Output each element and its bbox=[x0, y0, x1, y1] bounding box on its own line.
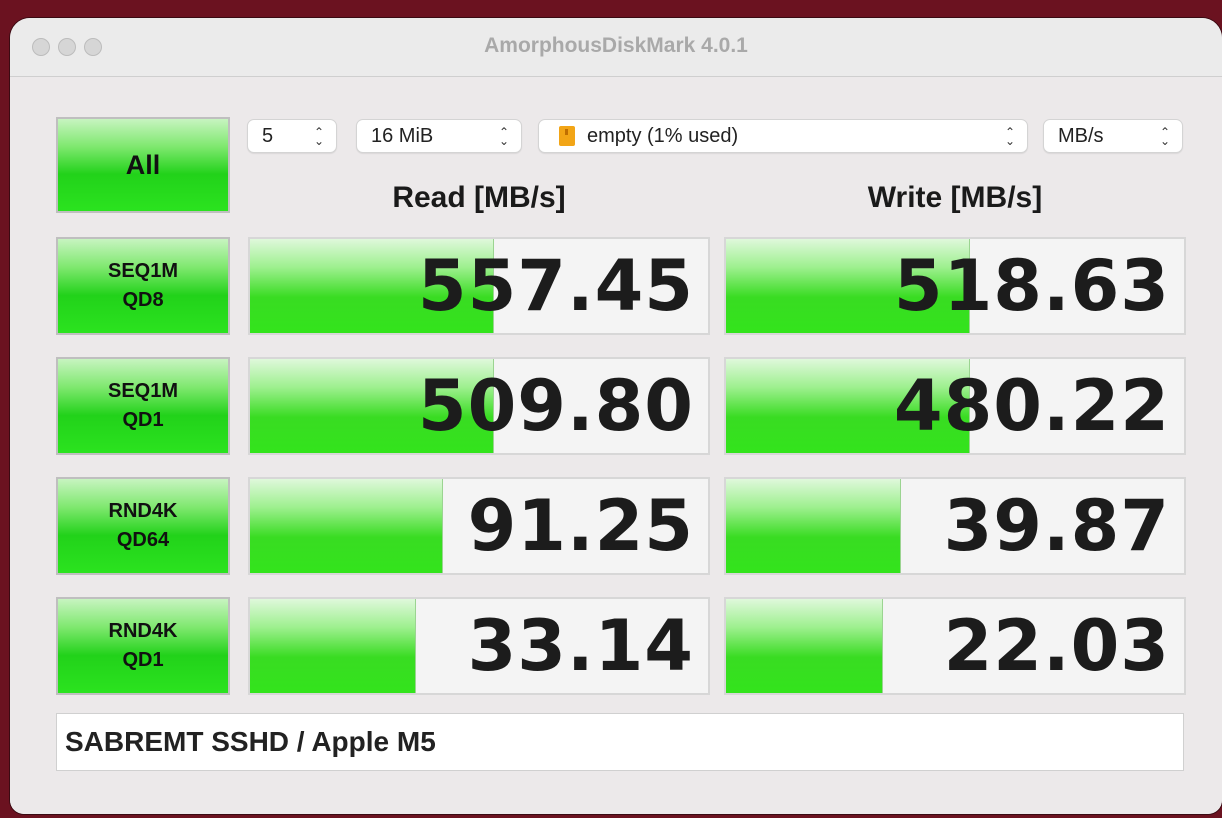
window-title: AmorphousDiskMark 4.0.1 bbox=[484, 34, 748, 57]
stepper-arrows-icon: ⌃ ⌄ bbox=[498, 125, 510, 148]
drive-icon bbox=[559, 126, 575, 146]
read-value: 33.14 bbox=[467, 605, 694, 687]
write-progress-bar bbox=[726, 599, 883, 693]
read-value: 509.80 bbox=[417, 365, 694, 447]
stepper-arrows-icon: ⌃ ⌄ bbox=[1159, 125, 1171, 148]
test-name: SEQ1M bbox=[107, 380, 179, 402]
write-result-rnd4k-qd1: 22.03 bbox=[724, 597, 1186, 695]
read-progress-bar bbox=[250, 479, 444, 573]
write-value: 22.03 bbox=[943, 605, 1170, 687]
device-info-field[interactable]: SABREMT SSHD / Apple M5 bbox=[56, 713, 1184, 771]
test-count-value: 5 bbox=[262, 124, 274, 147]
test-size-select[interactable]: 16 MiB ⌃ ⌄ bbox=[356, 119, 522, 153]
read-value: 91.25 bbox=[467, 485, 694, 567]
app-window: AmorphousDiskMark 4.0.1 All 5 ⌃ ⌄ 16 MiB … bbox=[10, 18, 1222, 814]
test-button-seq1m-qd1[interactable]: SEQ1M QD1 bbox=[56, 357, 230, 455]
read-value: 557.45 bbox=[417, 245, 694, 327]
write-result-seq1m-qd8: 518.63 bbox=[724, 237, 1186, 335]
unit-value: MB/s bbox=[1058, 124, 1104, 147]
test-name: RND4K bbox=[108, 620, 178, 642]
write-value: 518.63 bbox=[893, 245, 1170, 327]
write-result-seq1m-qd1: 480.22 bbox=[724, 357, 1186, 455]
test-button-rnd4k-qd1[interactable]: RND4K QD1 bbox=[56, 597, 230, 695]
volume-value: empty (1% used) bbox=[587, 124, 739, 147]
read-result-rnd4k-qd64: 91.25 bbox=[248, 477, 710, 575]
stepper-arrows-icon: ⌃ ⌄ bbox=[313, 125, 325, 148]
test-name: RND4K bbox=[108, 500, 178, 522]
read-result-seq1m-qd1: 509.80 bbox=[248, 357, 710, 455]
read-result-seq1m-qd8: 557.45 bbox=[248, 237, 710, 335]
test-queue-depth: QD64 bbox=[116, 529, 170, 551]
test-size-value: 16 MiB bbox=[371, 124, 434, 147]
test-button-seq1m-qd8[interactable]: SEQ1M QD8 bbox=[56, 237, 230, 335]
read-result-rnd4k-qd1: 33.14 bbox=[248, 597, 710, 695]
run-all-button[interactable]: All bbox=[56, 117, 230, 213]
title-bar: AmorphousDiskMark 4.0.1 bbox=[10, 18, 1222, 77]
test-queue-depth: QD8 bbox=[122, 289, 164, 311]
run-all-label: All bbox=[125, 149, 161, 180]
test-queue-depth: QD1 bbox=[122, 649, 164, 671]
read-progress-bar bbox=[250, 599, 416, 693]
write-column-header: Write [MB/s] bbox=[867, 181, 1043, 214]
test-button-rnd4k-qd64[interactable]: RND4K QD64 bbox=[56, 477, 230, 575]
test-name: SEQ1M bbox=[107, 260, 179, 282]
write-value: 39.87 bbox=[943, 485, 1170, 567]
write-value: 480.22 bbox=[893, 365, 1170, 447]
write-progress-bar bbox=[726, 479, 902, 573]
stepper-arrows-icon: ⌃ ⌄ bbox=[1004, 125, 1016, 148]
device-label: SABREMT SSHD / Apple M5 bbox=[65, 726, 436, 757]
volume-select[interactable]: empty (1% used) ⌃ ⌄ bbox=[538, 119, 1028, 153]
write-result-rnd4k-qd64: 39.87 bbox=[724, 477, 1186, 575]
read-column-header: Read [MB/s] bbox=[392, 181, 566, 214]
unit-select[interactable]: MB/s ⌃ ⌄ bbox=[1043, 119, 1183, 153]
main-panel: All 5 ⌃ ⌄ 16 MiB ⌃ ⌄ empty (1% used) ⌃ ⌄ MB… bbox=[10, 77, 1222, 814]
test-count-select[interactable]: 5 ⌃ ⌄ bbox=[247, 119, 337, 153]
test-queue-depth: QD1 bbox=[122, 409, 164, 431]
